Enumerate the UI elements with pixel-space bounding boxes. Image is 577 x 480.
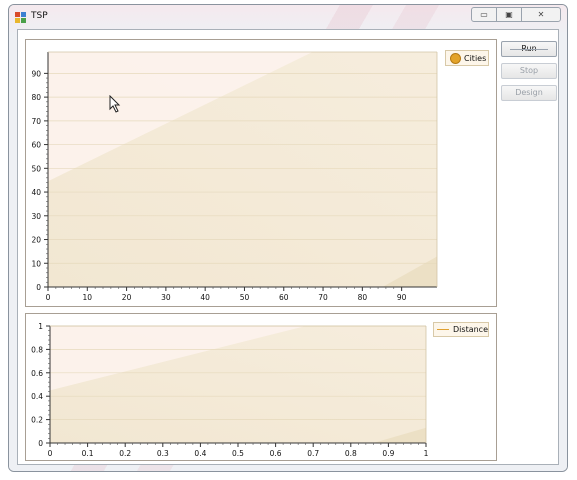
x-tick-label: 0.6 bbox=[270, 449, 282, 458]
title-bar[interactable]: TSP ▭ ▣ ✕ bbox=[9, 5, 567, 29]
y-tick-label: 10 bbox=[31, 259, 41, 268]
cities-legend-marker-icon bbox=[450, 52, 461, 64]
x-tick-label: 0.3 bbox=[157, 449, 169, 458]
y-tick-label: 50 bbox=[31, 164, 41, 173]
x-tick-label: 50 bbox=[240, 293, 250, 302]
y-tick-label: 0 bbox=[36, 283, 41, 292]
minimize-button[interactable]: ▭ bbox=[471, 7, 497, 22]
maximize-button[interactable]: ▣ bbox=[496, 7, 522, 22]
x-tick-label: 1 bbox=[424, 449, 429, 458]
distance-legend-label: Distance bbox=[453, 325, 488, 334]
x-tick-label: 0.9 bbox=[382, 449, 394, 458]
distance-chart[interactable]: 0 0.2 0.4 0.6 0.8 1 0 0.1 0.2 0.3 0.4 0.5 0.6 0.7 0.8 0… bbox=[26, 314, 496, 460]
x-tick-label: 10 bbox=[83, 293, 93, 302]
y-tick-label: 0.8 bbox=[31, 345, 43, 354]
x-tick-label: 0 bbox=[48, 449, 53, 458]
caption-buttons: ▭ ▣ ✕ bbox=[471, 7, 561, 23]
cities-legend: Cities bbox=[445, 50, 489, 66]
x-tick-label: 30 bbox=[161, 293, 171, 302]
x-tick-label: 80 bbox=[358, 293, 368, 302]
x-tick-label: 90 bbox=[397, 293, 407, 302]
y-tick-label: 0.6 bbox=[31, 369, 43, 378]
cities-chart-panel: 0 10 20 30 40 50 60 70 80 90 0 10 20 30 40 50 60 70 80 90 C… bbox=[25, 39, 497, 307]
run-button[interactable]: Run bbox=[501, 41, 557, 57]
y-tick-label: 0 bbox=[38, 439, 43, 448]
x-tick-label: 20 bbox=[122, 293, 132, 302]
app-window: TSP ▭ ▣ ✕ 0 10 20 30 40 50 60 70 80 90 0 10 20 30 40 50… bbox=[8, 4, 568, 472]
cities-legend-label: Cities bbox=[464, 53, 487, 63]
y-tick-label: 90 bbox=[31, 69, 41, 78]
x-tick-label: 60 bbox=[279, 293, 289, 302]
stop-button[interactable]: Stop bbox=[501, 63, 557, 79]
x-tick-label: 0.1 bbox=[82, 449, 94, 458]
y-tick-label: 70 bbox=[31, 117, 41, 126]
y-tick-label: 0.4 bbox=[31, 392, 43, 401]
x-tick-label: 0.7 bbox=[307, 449, 319, 458]
y-tick-label: 30 bbox=[31, 212, 41, 221]
distance-legend-line-icon bbox=[437, 329, 450, 330]
x-tick-label: 0.8 bbox=[345, 449, 357, 458]
window-title: TSP bbox=[31, 11, 48, 21]
x-tick-label: 0.2 bbox=[119, 449, 131, 458]
x-tick-label: 40 bbox=[200, 293, 210, 302]
x-tick-label: 70 bbox=[318, 293, 328, 302]
y-tick-label: 40 bbox=[31, 188, 41, 197]
y-tick-label: 80 bbox=[31, 93, 41, 102]
distance-legend: Distance bbox=[433, 322, 489, 337]
design-button[interactable]: Design bbox=[501, 85, 557, 101]
x-tick-label: 0 bbox=[46, 293, 51, 302]
y-tick-label: 1 bbox=[38, 322, 43, 331]
y-tick-label: 20 bbox=[31, 236, 41, 245]
y-tick-label: 0.2 bbox=[31, 416, 43, 425]
cities-chart[interactable]: 0 10 20 30 40 50 60 70 80 90 0 10 20 30 40 50 60 70 80 90 bbox=[26, 40, 496, 306]
app-icon bbox=[15, 12, 26, 23]
y-tick-label: 60 bbox=[31, 141, 41, 150]
mouse-cursor-icon bbox=[109, 95, 121, 113]
x-tick-label: 0.4 bbox=[194, 449, 206, 458]
distance-chart-panel: 0 0.2 0.4 0.6 0.8 1 0 0.1 0.2 0.3 0.4 0.5 0.6 0.7 0.8 0… bbox=[25, 313, 497, 461]
x-tick-label: 0.5 bbox=[232, 449, 244, 458]
close-button[interactable]: ✕ bbox=[521, 7, 561, 22]
